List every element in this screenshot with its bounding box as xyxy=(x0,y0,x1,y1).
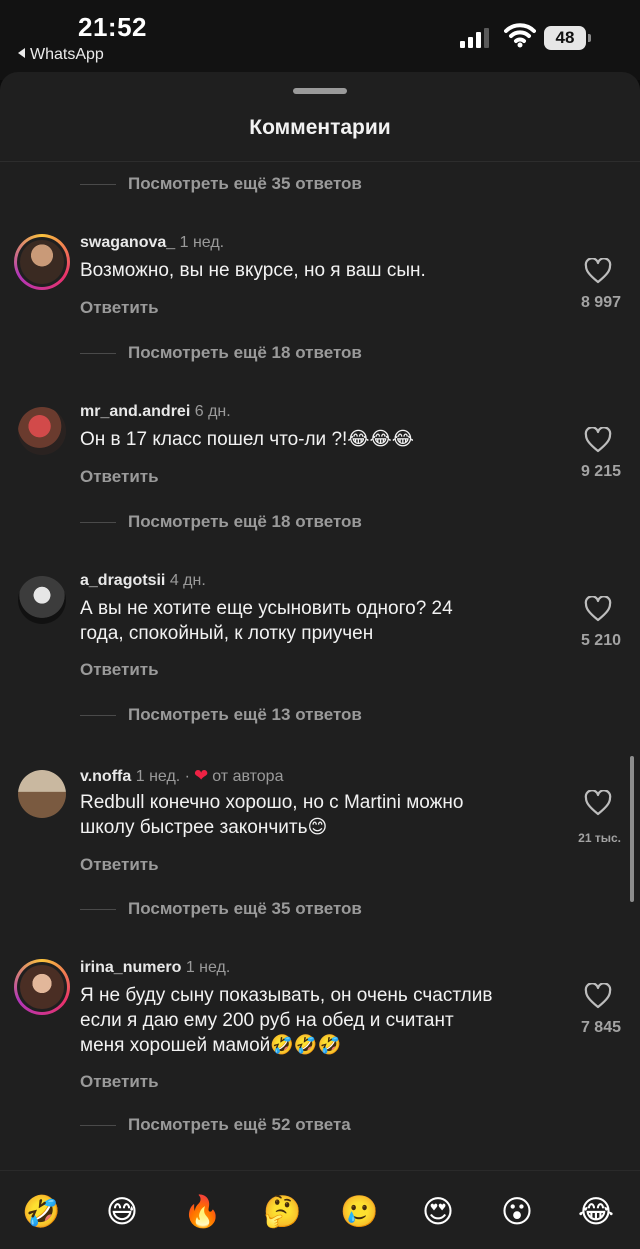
view-more-replies-label: Посмотреть ещё 18 ответов xyxy=(128,512,362,531)
reply-thread-line xyxy=(80,715,116,716)
reply-button[interactable]: Ответить xyxy=(80,1072,159,1092)
heart-outline-icon[interactable] xyxy=(584,790,612,816)
avatar[interactable] xyxy=(14,959,70,1015)
comment-line: года, спокойный, к лотку приучен xyxy=(80,623,374,644)
comment-line: Возможно, вы не вкурсе, но я ваш сын. xyxy=(80,260,426,281)
comment-line: А вы не хотите еще усыновить одного? 24 xyxy=(80,598,453,619)
emoji-sweat-smile-button[interactable]: 😅 xyxy=(103,1193,141,1231)
emoji-thinking-button[interactable]: 🤔 xyxy=(263,1193,302,1231)
username-text[interactable]: irina_numero xyxy=(80,959,181,976)
like-count: 21 тыс. xyxy=(578,831,621,845)
emoji-teary-smile-button[interactable]: 🥲 xyxy=(340,1193,379,1231)
battery-indicator: 48 xyxy=(544,26,586,50)
avatar[interactable] xyxy=(14,403,70,459)
comment-line: школу быстрее закончить😊 xyxy=(80,817,328,838)
view-more-replies-label: Посмотреть ещё 18 ответов xyxy=(128,343,362,362)
comments-sheet: Комментарии Посмотреть ещё 35 ответов sw… xyxy=(0,72,640,1248)
reply-thread-line xyxy=(80,522,116,523)
status-time: 21:52 xyxy=(78,12,147,42)
reply-thread-line xyxy=(80,184,116,185)
view-more-replies-label: Посмотреть ещё 35 ответов xyxy=(128,899,362,918)
sheet-title: Комментарии xyxy=(249,116,391,139)
username-text[interactable]: v.noffa xyxy=(80,768,131,785)
reply-thread-line xyxy=(80,909,116,910)
emoji-fire-button[interactable]: 🔥 xyxy=(183,1193,222,1231)
heart-outline-icon[interactable] xyxy=(584,258,612,284)
username-text[interactable]: mr_and.andrei xyxy=(80,403,190,420)
heart-outline-icon[interactable] xyxy=(584,596,612,622)
comment-username[interactable]: swaganova_ 1 нед. xyxy=(80,234,224,252)
avatar[interactable] xyxy=(14,766,70,822)
comment-time: 4 дн. xyxy=(169,572,206,589)
comment-line: меня хорошей мамой🤣🤣🤣 xyxy=(80,1035,342,1056)
comment-text: Он в 17 класс пошел что-ли ?!😂😂😂 xyxy=(80,427,550,452)
sheet-drag-handle[interactable] xyxy=(293,88,347,94)
comment-text: Я не буду сыну показывать, он очень счас… xyxy=(80,983,550,1058)
comment-text: Возможно, вы не вкурсе, но я ваш сын. xyxy=(80,258,550,283)
reply-thread-line xyxy=(80,1125,116,1126)
emoji-heart-eyes-button[interactable]: 😍 xyxy=(419,1193,457,1231)
comment-text: Redbull конечно хорошо, но с Martini мож… xyxy=(80,790,550,840)
view-more-replies-label: Посмотреть ещё 13 ответов xyxy=(128,705,362,724)
username-text[interactable]: swaganova_ xyxy=(80,234,175,251)
comment-line: Redbull конечно хорошо, но с Martini мож… xyxy=(80,792,464,813)
reply-thread-line xyxy=(80,353,116,354)
quick-emoji-bar: 🤣 😅 🔥 🤔 🥲 😍 😮 😂 xyxy=(0,1170,640,1249)
reply-button[interactable]: Ответить xyxy=(80,298,159,318)
comment-line: Я не буду сыну показывать, он очень счас… xyxy=(80,985,493,1006)
heart-outline-icon[interactable] xyxy=(584,427,612,453)
heart-filled-icon: ❤ xyxy=(194,766,209,785)
back-to-app-link[interactable]: WhatsApp xyxy=(18,46,104,64)
comment-line: Он в 17 класс пошел что-ли ?!😂😂😂 xyxy=(80,429,414,450)
status-bar: 21:52 WhatsApp 48 xyxy=(0,0,640,80)
avatar[interactable] xyxy=(14,572,70,628)
emoji-surprised-button[interactable]: 😮 xyxy=(498,1193,536,1231)
battery-nub xyxy=(588,34,591,42)
comment-time: 6 дн. xyxy=(194,403,231,420)
comment-time: 1 нед. xyxy=(185,959,231,976)
like-count: 7 845 xyxy=(580,1019,621,1036)
view-more-replies-label: Посмотреть ещё 35 ответов xyxy=(128,174,362,193)
divider xyxy=(0,161,640,162)
like-count: 5 210 xyxy=(580,632,621,649)
wifi-icon xyxy=(504,23,536,48)
comment-username[interactable]: mr_and.andrei 6 дн. xyxy=(80,403,231,421)
reply-button[interactable]: Ответить xyxy=(80,855,159,875)
comment-time: 1 нед. · xyxy=(135,768,190,785)
comment-username[interactable]: a_dragotsii 4 дн. xyxy=(80,572,206,590)
emoji-joy-button[interactable]: 😂 xyxy=(577,1193,615,1231)
comment-text: А вы не хотите еще усыновить одного? 24 … xyxy=(80,596,550,646)
view-more-replies-label: Посмотреть ещё 52 ответа xyxy=(128,1115,351,1134)
username-text[interactable]: a_dragotsii xyxy=(80,572,165,589)
signal-icon xyxy=(460,28,489,48)
heart-outline-icon[interactable] xyxy=(584,983,612,1009)
author-liked-label: от автора xyxy=(212,768,284,785)
back-app-label: WhatsApp xyxy=(30,46,104,63)
avatar[interactable] xyxy=(14,234,70,290)
comment-time: 1 нед. xyxy=(179,234,225,251)
reply-button[interactable]: Ответить xyxy=(80,660,159,680)
comment-line: если я даю ему 200 руб на обед и считант xyxy=(80,1010,454,1031)
like-count: 8 997 xyxy=(580,294,621,311)
comment-username[interactable]: v.noffa 1 нед. · ❤ от автора xyxy=(80,766,283,786)
like-count: 9 215 xyxy=(580,463,621,480)
comment-username[interactable]: irina_numero 1 нед. xyxy=(80,959,230,977)
back-arrow-icon xyxy=(18,48,25,58)
scrollbar[interactable] xyxy=(630,756,634,902)
reply-button[interactable]: Ответить xyxy=(80,467,159,487)
emoji-rofl-button[interactable]: 🤣 xyxy=(22,1193,61,1231)
